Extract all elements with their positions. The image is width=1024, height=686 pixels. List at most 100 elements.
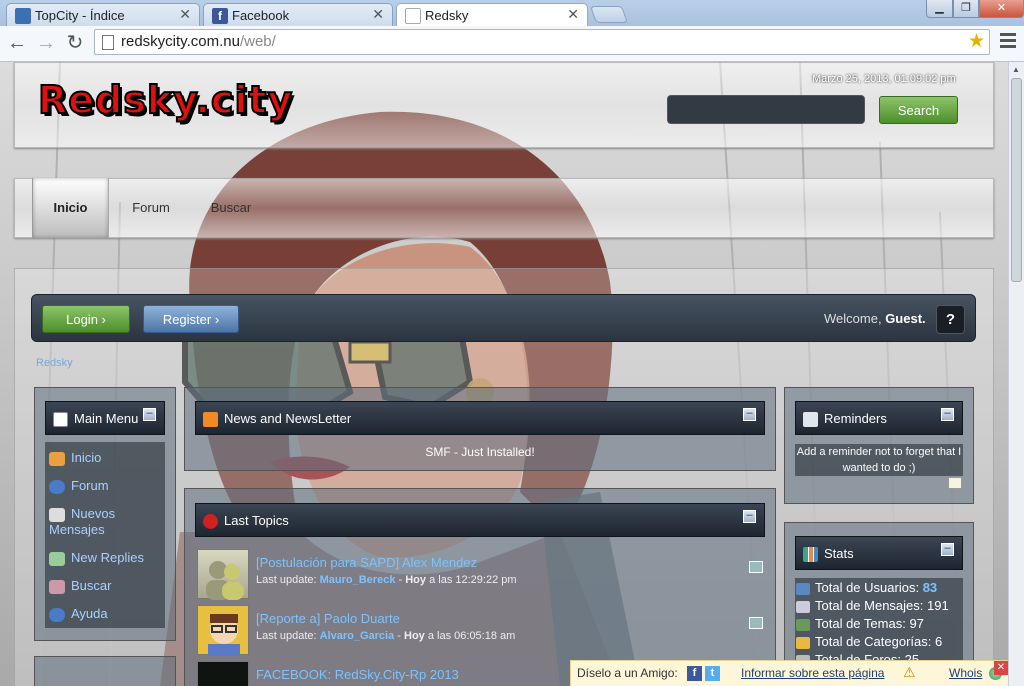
stat-label: Total de Mensajes: — [815, 598, 924, 613]
whois-link[interactable]: Whois — [949, 666, 982, 680]
tab-topcity[interactable]: TopCity - Índice ✕ — [6, 3, 200, 26]
nav-tab-buscar[interactable]: Buscar — [192, 178, 270, 238]
stat-value: 6 — [934, 634, 943, 649]
browser-menu-icon[interactable] — [1000, 33, 1016, 51]
last-post-icon[interactable] — [749, 617, 763, 629]
menu-item-nuevos-mensajes[interactable]: Nuevos Mensajes — [49, 506, 159, 537]
stats-header: Stats – — [795, 536, 963, 570]
help-button[interactable]: ? — [936, 305, 965, 334]
add-reminder-icon[interactable] — [948, 477, 962, 489]
maximize-icon[interactable]: ❐ — [953, 0, 979, 18]
stat-row: Total de Categorías: 6 — [796, 634, 942, 649]
last-update-label: Last update: — [256, 574, 317, 586]
bookmark-star-icon[interactable]: ★ — [968, 30, 985, 53]
menu-item-new-replies[interactable]: New Replies — [49, 550, 144, 566]
new-message-icon — [49, 507, 65, 522]
minimize-icon[interactable]: ▁ — [926, 0, 953, 18]
topic-user-link[interactable]: Mauro_Bereck — [320, 574, 396, 586]
tab-title: Facebook — [232, 8, 290, 23]
facebook-share-icon[interactable]: f — [687, 666, 702, 681]
menu-item-label: New Replies — [71, 550, 144, 565]
topic-day: Hoy — [404, 630, 425, 642]
avatar — [197, 605, 249, 656]
tab-title: TopCity - Índice — [35, 8, 125, 23]
reminders-header: Reminders – — [795, 401, 963, 435]
reload-icon[interactable]: ↻ — [63, 30, 87, 56]
web-page: Redsky.city Marzo 25, 2013, 01:09:02 pm … — [0, 62, 1008, 686]
stats-title: Stats — [824, 546, 854, 561]
breadcrumb[interactable]: Redsky — [36, 357, 73, 369]
site-logo[interactable]: Redsky.city — [37, 77, 293, 123]
award-icon — [203, 514, 218, 529]
welcome-prefix: Welcome, — [824, 311, 882, 326]
stat-row: Total de Usuarios: 83 — [796, 580, 937, 595]
close-sharebar-icon[interactable]: ✕ — [994, 661, 1008, 675]
collapse-icon[interactable]: – — [743, 510, 756, 523]
register-button[interactable]: Register › — [143, 305, 239, 333]
search-input[interactable] — [667, 95, 865, 124]
url-host: redskycity.com.nu — [121, 33, 240, 50]
browser-toolbar: ← → ↻ redskycity.com.nu/web/ ★ — [0, 26, 1024, 62]
messages-icon — [796, 600, 810, 613]
topics-icon — [796, 618, 810, 631]
login-arrow-icon — [53, 412, 68, 427]
stat-label: Total de Categorías: — [815, 634, 932, 649]
second-left-panel — [34, 656, 176, 686]
collapse-icon[interactable]: – — [743, 408, 756, 421]
url-path: /web/ — [239, 33, 276, 50]
topic-user-link[interactable]: Alvaro_Garcia — [320, 630, 395, 642]
close-tab-icon[interactable]: ✕ — [179, 6, 191, 23]
nav-tab-inicio[interactable]: Inicio — [32, 178, 109, 238]
page-icon — [102, 35, 114, 50]
tab-facebook[interactable]: f Facebook ✕ — [203, 3, 393, 26]
close-window-icon[interactable]: ✕ — [979, 0, 1024, 18]
last-post-icon[interactable] — [749, 561, 763, 573]
warning-icon: ⚠ — [903, 664, 916, 680]
register-label: Register — [162, 312, 212, 327]
topic-meta: Last update: Alvaro_Garcia - Hoy a las 0… — [256, 630, 516, 642]
forward-icon[interactable]: → — [34, 30, 58, 56]
topic-title-link[interactable]: [Reporte a] Paolo Duarte — [256, 611, 400, 626]
back-icon[interactable]: ← — [5, 30, 29, 56]
avatar — [197, 549, 249, 600]
stat-row: Total de Mensajes: 191 — [796, 598, 949, 613]
menu-item-label: Buscar — [71, 578, 112, 593]
search-button[interactable]: Search — [879, 96, 958, 124]
collapse-icon[interactable]: – — [941, 543, 954, 556]
menu-item-buscar[interactable]: Buscar — [49, 578, 111, 594]
menu-item-inicio[interactable]: Inicio — [49, 450, 101, 466]
stat-label: Total de Temas: — [815, 616, 906, 631]
close-tab-icon[interactable]: ✕ — [372, 6, 384, 23]
stat-value-link[interactable]: 83 — [923, 580, 937, 595]
tab-redsky[interactable]: Redsky ✕ — [396, 3, 588, 27]
last-update-label: Last update: — [256, 630, 317, 642]
new-tab-button[interactable] — [589, 6, 629, 23]
users-icon — [796, 582, 810, 595]
main-menu-title: Main Menu — [74, 411, 139, 426]
rss-icon — [203, 412, 218, 427]
topic-title-link[interactable]: FACEBOOK: RedSky.City-Rp 2013 — [256, 667, 459, 682]
scroll-up-icon[interactable]: ▲ — [1012, 65, 1020, 74]
twitter-share-icon[interactable]: t — [705, 666, 720, 681]
login-button[interactable]: Login › — [42, 305, 130, 333]
topic-time: a las 12:29:22 pm — [429, 574, 517, 586]
topic-title-link[interactable]: [Postulación para SAPD] Alex Mendez — [256, 555, 477, 570]
menu-item-label: Ayuda — [71, 606, 108, 621]
reminders-title: Reminders — [824, 411, 887, 426]
page-scrollbar[interactable]: ▲ — [1008, 62, 1024, 686]
stat-value: 97 — [909, 616, 924, 631]
scrollbar-thumb[interactable] — [1011, 78, 1022, 282]
collapse-icon[interactable]: – — [143, 408, 156, 421]
topic-row: [Postulación para SAPD] Alex Mendez Last… — [197, 549, 767, 600]
close-tab-icon[interactable]: ✕ — [567, 6, 579, 23]
menu-item-forum[interactable]: Forum — [49, 478, 109, 494]
stat-label: Total de Usuarios: — [815, 580, 920, 595]
report-page-link[interactable]: Informar sobre esta página — [741, 666, 884, 680]
welcome-text: Welcome, Guest. — [824, 311, 926, 326]
nav-tab-forum[interactable]: Forum — [112, 178, 190, 238]
menu-item-ayuda[interactable]: Ayuda — [49, 606, 108, 622]
address-bar[interactable]: redskycity.com.nu/web/ ★ — [94, 29, 990, 55]
welcome-user: Guest. — [885, 311, 926, 326]
collapse-icon[interactable]: – — [941, 408, 954, 421]
browser-tabstrip: TopCity - Índice ✕ f Facebook ✕ Redsky ✕… — [0, 0, 1024, 27]
